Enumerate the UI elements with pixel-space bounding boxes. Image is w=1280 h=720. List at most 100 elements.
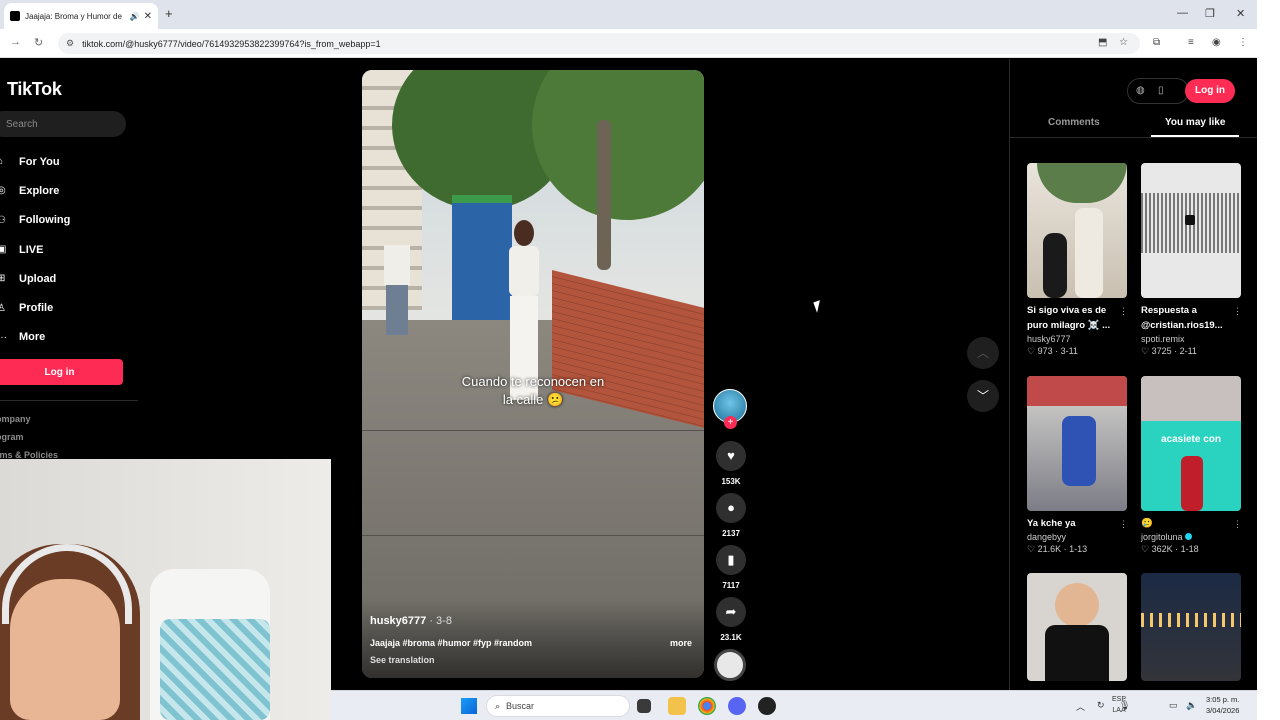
task-view-icon[interactable] [637, 699, 651, 713]
card-username[interactable]: dangebyy [1027, 532, 1128, 542]
language-indicator[interactable]: ESP LAA [1112, 694, 1126, 716]
next-video-chevron-down-icon[interactable]: ﹀ [967, 380, 999, 412]
sidebar-login-button[interactable]: Log in [0, 359, 123, 385]
like-button[interactable]: ♥ 153K [714, 441, 748, 486]
footer-link-program[interactable]: ogram [0, 432, 24, 442]
active-tab-indicator [1151, 135, 1239, 137]
menu-kebab-icon[interactable]: ⋮ [1238, 37, 1248, 48]
video-username[interactable]: husky6777 [370, 615, 426, 627]
tray-chevron-up-icon[interactable]: ︿ [1076, 700, 1085, 713]
card-username[interactable]: jorgitoluna [1141, 532, 1183, 542]
card-username[interactable]: husky6777 [1027, 334, 1128, 344]
thumb-face [1055, 583, 1099, 627]
app-icon[interactable] [758, 697, 776, 715]
video-thumbnail[interactable] [1027, 163, 1127, 298]
thumb-overlay-text: acasiete con [1160, 434, 1222, 445]
video-thumbnail[interactable] [1141, 163, 1241, 298]
card-username[interactable]: spoti.remix [1141, 334, 1242, 344]
recommended-video-card[interactable] [1141, 573, 1242, 681]
webcam-blanket [160, 619, 270, 720]
recommended-video-card[interactable]: Ya kche ya ⋮ dangebyy ♡ 21.6K · 1-13 [1027, 376, 1128, 555]
thumb-shirt [1045, 625, 1109, 681]
previous-video-chevron-up-icon[interactable]: ︿ [967, 337, 999, 369]
address-bar[interactable]: ⚙ tiktok.com/@husky6777/video/7614932953… [58, 33, 1140, 54]
speaker-icon[interactable]: 🔊 [130, 12, 140, 21]
video-author[interactable]: husky6777 · 3-8 [370, 615, 452, 627]
close-tab-icon[interactable]: ✕ [144, 11, 152, 22]
sidebar-item-more[interactable]: ··· More [0, 323, 70, 352]
restore-icon[interactable]: ❐ [1205, 7, 1215, 20]
install-app-icon[interactable]: ⬒ [1098, 37, 1107, 48]
tab-you-may-like[interactable]: You may like [1165, 117, 1225, 128]
media-control-icon[interactable]: ≡ [1188, 37, 1194, 48]
card-more-icon[interactable]: ⋮ [1119, 519, 1128, 530]
card-more-icon[interactable]: ⋮ [1233, 306, 1242, 317]
live-icon: ▣ [0, 244, 7, 256]
bookmark-star-icon[interactable]: ☆ [1119, 37, 1128, 48]
music-disc-icon[interactable] [714, 649, 746, 681]
recommended-video-card[interactable]: Respuesta a @cristian.rios19... ⋮ spoti.… [1141, 163, 1242, 357]
sidebar-item-label: For You [19, 155, 60, 168]
sidebar-item-profile[interactable]: ♙ Profile [0, 293, 70, 322]
card-more-icon[interactable]: ⋮ [1119, 306, 1128, 317]
sidebar-item-upload[interactable]: ⊞ Upload [0, 264, 70, 293]
sidebar-item-for-you[interactable]: ⌂ For You [0, 147, 70, 176]
file-explorer-icon[interactable] [668, 697, 686, 715]
site-info-icon[interactable]: ⚙ [66, 38, 74, 49]
chrome-icon[interactable] [698, 697, 716, 715]
save-button[interactable]: ▮ 7117 [714, 545, 748, 590]
see-translation-link[interactable]: See translation [370, 655, 435, 665]
windows-start-icon[interactable] [461, 698, 477, 714]
card-stats: ♡ 973 · 3-11 [1027, 346, 1078, 356]
tiktok-logo[interactable]: TikTok [0, 79, 62, 100]
caption-line-2: la calle 😕 [502, 392, 564, 407]
coin-icon[interactable]: ◍ [1136, 85, 1145, 96]
new-tab-button[interactable]: + [165, 6, 173, 21]
card-username-row[interactable]: jorgitoluna [1141, 532, 1242, 542]
video-thumbnail[interactable] [1027, 376, 1127, 511]
profile-icon[interactable]: ◉ [1212, 37, 1221, 48]
recommended-video-card[interactable] [1027, 573, 1128, 681]
follow-plus-icon[interactable]: + [724, 416, 737, 429]
taskbar-search[interactable]: ⌕ Buscar [486, 695, 630, 717]
reload-icon[interactable]: ↻ [34, 36, 43, 49]
footer-link-company[interactable]: ompany [0, 414, 31, 424]
minimize-icon[interactable]: — [1177, 7, 1188, 19]
verified-badge-icon [1184, 533, 1192, 540]
window-edge [1257, 0, 1280, 720]
card-title: Ya kche ya [1027, 518, 1076, 529]
sidewalk-line [362, 430, 704, 431]
sidebar-item-explore[interactable]: ◎ Explore [0, 176, 70, 205]
share-button[interactable]: ➦ 23.1K [714, 597, 748, 642]
sidewalk-line [362, 535, 704, 536]
forward-icon[interactable]: → [10, 36, 21, 48]
bookmark-icon: ▮ [716, 545, 746, 575]
mouse-cursor-icon [813, 300, 824, 313]
browser-tab[interactable]: Jaajaja: Broma y Humor de 🔊 ✕ [4, 3, 158, 29]
comment-button[interactable]: ● 2137 [714, 493, 748, 538]
clock[interactable]: 3:05 p. m. 3/04/2026 [1206, 694, 1239, 716]
video-player[interactable]: Cuando te reconocen en la calle 😕 husky6… [362, 70, 704, 678]
sidebar-item-label: Explore [19, 184, 60, 197]
video-thumbnail[interactable] [1027, 573, 1127, 681]
volume-icon[interactable]: 🔈 [1186, 700, 1197, 711]
card-more-icon[interactable]: ⋮ [1233, 519, 1242, 530]
tab-comments[interactable]: Comments [1048, 117, 1100, 128]
video-description[interactable]: Jaajaja #broma #humor #fyp #random [370, 638, 532, 648]
sidebar-item-live[interactable]: ▣ LIVE [0, 235, 70, 264]
recommended-video-card[interactable]: acasiete con 🥲 ⋮ jorgitoluna ♡ 362K · 1-… [1141, 376, 1242, 555]
video-thumbnail[interactable] [1141, 573, 1241, 681]
sync-icon[interactable]: ↻ [1097, 700, 1105, 711]
description-more-button[interactable]: more [670, 638, 692, 648]
sidebar-item-following[interactable]: ⚇ Following [0, 206, 70, 235]
extensions-icon[interactable]: ⧉ [1153, 37, 1160, 48]
phone-icon[interactable]: ▯ [1158, 85, 1164, 96]
search-input[interactable]: Search [0, 111, 126, 137]
window-close-icon[interactable]: ✕ [1236, 7, 1245, 20]
top-login-button[interactable]: Log in [1185, 79, 1235, 103]
video-thumbnail[interactable]: acasiete con [1141, 376, 1241, 511]
discord-icon[interactable] [728, 697, 746, 715]
recommended-video-card[interactable]: Si sigo viva es de puro milagro ☠️ ... ⋮… [1027, 163, 1128, 357]
right-panel: ◍ ▯ Log in Comments You may like Si sigo… [1009, 59, 1257, 690]
network-icon[interactable]: ▭ [1169, 700, 1178, 711]
